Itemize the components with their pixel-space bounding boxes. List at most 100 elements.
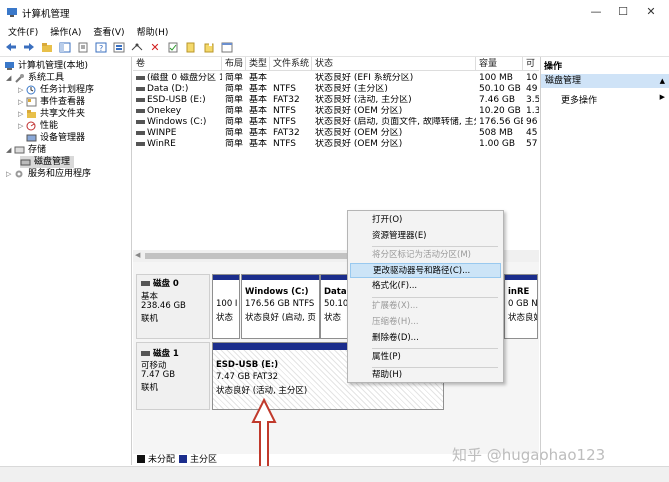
forward-arrow-icon[interactable] <box>22 40 36 54</box>
title-bar: 计算机管理 — ☐ ✕ <box>0 0 669 24</box>
maximize-button[interactable]: ☐ <box>612 3 634 21</box>
column-header-filesystem[interactable]: 文件系统 <box>270 57 312 71</box>
window-icon[interactable] <box>220 40 234 54</box>
menu-view[interactable]: 查看(V) <box>93 25 124 38</box>
view-list-icon[interactable] <box>112 40 126 54</box>
show-tree-icon[interactable] <box>58 40 72 54</box>
minimize-button[interactable]: — <box>585 3 607 21</box>
properties-icon[interactable] <box>76 40 90 54</box>
chevron-up-icon[interactable]: ▲ <box>660 74 665 88</box>
tree-disk-management[interactable]: 磁盘管理 <box>20 156 75 168</box>
column-header-type[interactable]: 类型 <box>246 57 270 71</box>
tree-device-manager[interactable]: 设备管理器 <box>26 132 85 144</box>
menu-item-open[interactable]: 打开(O) <box>350 213 501 228</box>
menu-item-format[interactable]: 格式化(F)... <box>350 279 501 294</box>
chevron-right-icon[interactable]: ▷ <box>18 96 26 108</box>
cell-volume-wrapper: WINPE <box>133 128 222 139</box>
help-icon[interactable]: ? <box>94 40 108 54</box>
menu-item-extend: 扩展卷(X)... <box>372 301 419 311</box>
partition-windows[interactable]: Windows (C:) 176.56 GB NTFS 状态良好 (启动, 页 <box>241 274 320 339</box>
chevron-down-icon[interactable]: ◢ <box>6 72 14 84</box>
column-header-status[interactable]: 状态 <box>312 57 476 71</box>
delete-icon[interactable]: ✕ <box>148 40 162 54</box>
disk-1-info[interactable]: 磁盘 1 可移动 7.47 GB 联机 <box>136 342 210 410</box>
disk-0-state: 联机 <box>141 314 159 324</box>
cell-layout: 简单 <box>225 106 244 116</box>
status-bar <box>0 466 669 482</box>
table-row[interactable]: WinRE 简单 基本 NTFS 状态良好 (OEM 分区) 1.00 GB 57 <box>133 139 539 150</box>
menu-action[interactable]: 操作(A) <box>50 25 81 38</box>
tree-storage-label: 存储 <box>28 145 47 155</box>
partition-windows-status: 状态良好 (启动, 页 <box>245 313 316 323</box>
new-document-icon[interactable] <box>202 40 216 54</box>
table-row[interactable]: Data (D:) 简单 基本 NTFS 状态良好 (主分区) 50.10 GB 49 <box>133 84 539 95</box>
partition-esd-usb-status: 状态良好 (活动, 主分区) <box>216 386 308 396</box>
menu-item-change-drive-letter[interactable]: 更改驱动器号和路径(C)... <box>350 263 501 278</box>
menu-help[interactable]: 帮助(H) <box>137 25 169 38</box>
cell-volume: WINPE <box>147 128 177 138</box>
menu-item-explorer[interactable]: 资源管理器(E) <box>350 229 501 244</box>
table-row[interactable]: ESD-USB (E:) 简单 基本 FAT32 状态良好 (活动, 主分区) 7.46 … <box>133 95 539 106</box>
chevron-down-icon[interactable]: ◢ <box>6 144 14 156</box>
cell-capacity: 176.56 GB <box>479 117 523 127</box>
unallocated-swatch <box>137 454 145 463</box>
tree-performance[interactable]: ▷ 性能 <box>18 120 58 132</box>
chevron-right-icon[interactable]: ▷ <box>18 120 26 132</box>
cell-filesystem: FAT32 <box>273 95 300 105</box>
chevron-right-icon[interactable]: ▷ <box>18 108 26 120</box>
table-row[interactable]: Windows (C:) 简单 基本 NTFS 状态良好 (启动, 页面文件, 故障转储… <box>133 117 539 128</box>
menu-file[interactable]: 文件(F) <box>8 25 38 38</box>
more-actions-item[interactable]: 更多操作 ▶ <box>561 93 667 106</box>
up-folder-icon[interactable] <box>40 40 54 54</box>
column-header-free[interactable]: 可 <box>523 57 539 71</box>
close-button[interactable]: ✕ <box>640 3 662 21</box>
column-header-capacity[interactable]: 容量 <box>476 57 523 71</box>
cell-volume: Onekey <box>147 106 182 116</box>
column-header-layout[interactable]: 布局 <box>222 57 246 71</box>
cell-free: 1.3 <box>526 106 539 116</box>
partition-efi[interactable]: 100 I 状态 <box>212 274 240 339</box>
menu-item-properties[interactable]: 属性(P) <box>350 350 501 365</box>
actions-section-disk-management[interactable]: 磁盘管理 ▲ <box>541 74 669 88</box>
tree-task-scheduler[interactable]: ▷ 任务计划程序 <box>18 84 94 96</box>
partition-winre[interactable]: inRE 0 GB NTF 状态良好 <box>504 274 538 339</box>
tree-root[interactable]: 计算机管理(本地) <box>4 60 88 72</box>
tree-system-tools[interactable]: ◢ 系统工具 <box>6 72 64 84</box>
cell-volume: Data (D:) <box>147 84 189 94</box>
chevron-right-icon[interactable]: ▶ <box>660 93 665 101</box>
partition-winre-label: inRE <box>508 287 530 297</box>
legend-unallocated: 未分配 <box>148 455 176 465</box>
disk-0-info[interactable]: 磁盘 0 基本 238.46 GB 联机 <box>136 274 210 339</box>
folder-icon[interactable] <box>184 40 198 54</box>
cell-volume-wrapper: Windows (C:) <box>133 117 222 128</box>
chevron-right-icon[interactable]: ▷ <box>6 168 14 180</box>
chevron-right-icon[interactable]: ▷ <box>18 84 26 96</box>
column-header-volume[interactable]: 卷 <box>133 57 222 71</box>
checklist-icon[interactable] <box>166 40 180 54</box>
table-row[interactable]: WINPE 简单 基本 FAT32 状态良好 (OEM 分区) 508 MB 45 <box>133 128 539 139</box>
tree-storage[interactable]: ◢ 存储 <box>6 144 46 156</box>
disk-0-name: 磁盘 0 <box>141 277 179 289</box>
partition-winre-status: 状态良好 <box>508 313 537 323</box>
tree-shared-folders[interactable]: ▷ 共享文件夹 <box>18 108 85 120</box>
partition-windows-size: 176.56 GB NTFS <box>245 299 315 309</box>
back-arrow-icon[interactable] <box>4 40 18 54</box>
table-row[interactable]: Onekey 简单 基本 NTFS 状态良好 (OEM 分区) 10.20 GB 1.3 <box>133 106 539 117</box>
scrollbar-thumb[interactable] <box>145 253 355 259</box>
cell-free: 96 <box>526 117 538 127</box>
menu-item-delete[interactable]: 删除卷(D)... <box>350 331 501 346</box>
table-row[interactable]: (磁盘 0 磁盘分区 1) 简单 基本 状态良好 (EFI 系统分区) 100 MB 10 <box>133 73 539 84</box>
cell-status: 状态良好 (启动, 页面文件, 故障转储, 主分区) <box>315 117 476 127</box>
connect-icon[interactable] <box>130 40 144 54</box>
actions-pane: 操作 磁盘管理 ▲ 更多操作 ▶ <box>540 57 669 465</box>
tree-services[interactable]: ▷ 服务和应用程序 <box>6 168 91 180</box>
disk-1-state: 联机 <box>141 383 159 393</box>
menu-separator <box>372 297 498 298</box>
cell-status: 状态良好 (OEM 分区) <box>315 139 403 149</box>
cell-status: 状态良好 (主分区) <box>315 84 388 94</box>
tree-event-viewer[interactable]: ▷ 事件查看器 <box>18 96 85 108</box>
scroll-left-arrow-icon[interactable]: ◀ <box>135 251 140 259</box>
menu-item-shrink: 压缩卷(H)... <box>372 317 419 327</box>
tree-shared-folders-label: 共享文件夹 <box>40 109 86 119</box>
menu-item-help[interactable]: 帮助(H) <box>350 368 501 383</box>
